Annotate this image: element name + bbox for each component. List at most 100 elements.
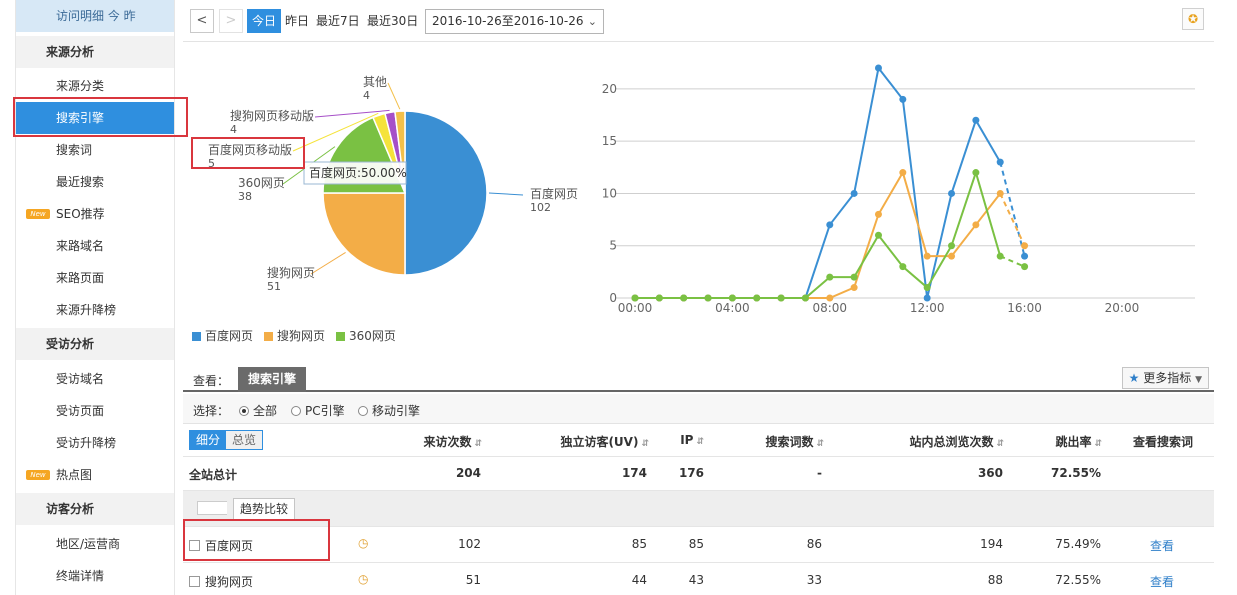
sidebar-group-source[interactable]: 来源分析 [16,36,174,68]
data-point[interactable] [704,294,712,302]
series-forecast-line [999,161,1026,257]
data-point[interactable] [923,252,931,260]
tab-yesterday[interactable]: 昨日 [283,9,311,33]
col-search-words[interactable]: 搜索词数 ⇵ [765,433,824,450]
data-point[interactable] [948,252,956,260]
data-point[interactable] [996,252,1004,260]
sidebar-item-source-rank[interactable]: 来源升降榜 [16,294,174,326]
row-name[interactable]: 百度网页 [189,537,253,554]
prev-date-button[interactable]: < [190,9,214,33]
sidebar-item-search-word[interactable]: 搜索词 [16,134,174,166]
sidebar-group-visitor[interactable]: 访客分析 [16,493,174,525]
data-point[interactable] [948,189,956,197]
series-line [635,170,1002,299]
data-point[interactable] [874,210,882,218]
data-point[interactable] [972,221,980,229]
data-point[interactable] [948,242,956,250]
data-point[interactable] [826,294,834,302]
sidebar-item-visit-detail[interactable]: 访问明细 今 昨 [16,0,174,32]
data-point[interactable] [631,294,639,302]
filter-option-pc[interactable]: PC引擎 [291,402,345,419]
col-bounce-rate[interactable]: 跳出率 ⇵ [1055,433,1102,450]
toggle-overview[interactable]: 总览 [226,431,263,449]
col-uv[interactable]: 独立访客(UV) ⇵ [560,433,649,450]
data-point[interactable] [753,294,761,302]
x-tick-label: 20:00 [1105,301,1140,315]
sidebar-item-search-engine[interactable]: 搜索引擎 [16,102,174,134]
sidebar-item-region[interactable]: 地区/运营商 [16,528,174,560]
data-point[interactable] [899,263,907,271]
col-ip[interactable]: IP ⇵ [680,433,704,447]
row-visits: 102 [458,537,481,551]
table-row-total: 全站总计 204 174 176 - 360 72.55% [183,457,1214,491]
legend-label: 360网页 [349,329,396,343]
data-point[interactable] [777,294,785,302]
data-point[interactable] [728,294,736,302]
trend-compare-button[interactable]: 趋势比较 [233,498,296,520]
view-words-link[interactable]: 查看 [1150,537,1174,554]
data-point[interactable] [923,294,931,302]
filter-option-mobile[interactable]: 移动引擎 [358,402,420,419]
data-point[interactable] [850,284,858,292]
sidebar-item-recent-search[interactable]: 最近搜索 [16,166,174,198]
data-point[interactable] [1021,252,1029,260]
data-point[interactable] [680,294,688,302]
data-point[interactable] [826,221,834,229]
toggle-detail[interactable]: 细分 [190,431,227,449]
data-point[interactable] [850,189,858,197]
tab-last-7-days[interactable]: 最近7日 [314,9,362,33]
data-point[interactable] [1021,263,1029,271]
tab-last-30-days[interactable]: 最近30日 [365,9,420,33]
data-point[interactable] [899,169,907,177]
data-point[interactable] [874,64,882,72]
data-point[interactable] [801,294,809,302]
sidebar-item-visited-page[interactable]: 受访页面 [16,395,174,427]
pie-slice[interactable] [404,110,488,276]
sidebar-item-visited-domain[interactable]: 受访域名 [16,363,174,395]
data-point[interactable] [1021,242,1029,250]
row-checkbox[interactable] [189,540,200,551]
legend-item-360[interactable]: 360网页 [336,328,396,344]
sidebar-item-source-category[interactable]: 来源分类 [16,70,174,102]
data-point[interactable] [655,294,663,302]
data-point[interactable] [996,189,1004,197]
view-words-link[interactable]: 查看 [1150,573,1174,590]
sidebar-item-device[interactable]: 终端详情 [16,560,174,592]
legend-item-baidu[interactable]: 百度网页 [192,328,253,344]
x-tick-label: 16:00 [1007,301,1042,315]
data-point[interactable] [972,116,980,124]
filter-option-all[interactable]: 全部 [239,402,277,419]
pie-chart-svg: 百度网页102搜狗网页51360网页38百度网页移动版5搜狗网页移动版4其他4百… [208,75,578,293]
data-point[interactable] [850,273,858,281]
data-point[interactable] [826,273,834,281]
data-point[interactable] [923,284,931,292]
pie-tooltip: 百度网页:50.00% [303,161,407,185]
next-date-button[interactable]: > [219,9,243,33]
row-checkbox[interactable] [189,576,200,587]
date-range-select[interactable]: 2016-10-26至2016-10-26 ⌄ [425,9,604,34]
trend-chart-icon[interactable]: ◷ [358,536,368,550]
sidebar-item-seo[interactable]: New SEO推荐 [16,198,174,230]
sidebar-item-referrer-domain[interactable]: 来路域名 [16,230,174,262]
sidebar-item-referrer-page[interactable]: 来路页面 [16,262,174,294]
more-metrics-button[interactable]: ★ 更多指标 ▼ [1121,367,1209,389]
data-point[interactable] [996,158,1004,166]
trend-chart-icon[interactable]: ◷ [358,572,368,586]
tab-search-engine[interactable]: 搜索引擎 [238,367,307,392]
tab-today[interactable]: 今日 [247,9,282,33]
view-toggle[interactable]: 细分 总览 [189,430,264,450]
sidebar-item-visited-rank[interactable]: 受访升降榜 [16,427,174,459]
data-point[interactable] [972,169,980,177]
col-visits[interactable]: 来访次数 ⇵ [423,433,482,450]
table-row: 搜狗网页 ◷ 51 44 43 33 88 72.55% 查看 [183,563,1214,595]
col-pageviews[interactable]: 站内总浏览次数 ⇵ [909,433,1004,450]
pie-slice[interactable] [322,192,406,276]
legend-swatch [192,332,201,341]
sidebar-group-visited[interactable]: 受访分析 [16,328,174,360]
data-point[interactable] [899,95,907,103]
legend-item-sogou[interactable]: 搜狗网页 [264,328,325,344]
pin-icon[interactable]: ✪ [1182,8,1204,30]
data-point[interactable] [874,231,882,239]
row-name[interactable]: 搜狗网页 [189,573,253,590]
sidebar-item-heatmap[interactable]: New 热点图 [16,459,174,491]
